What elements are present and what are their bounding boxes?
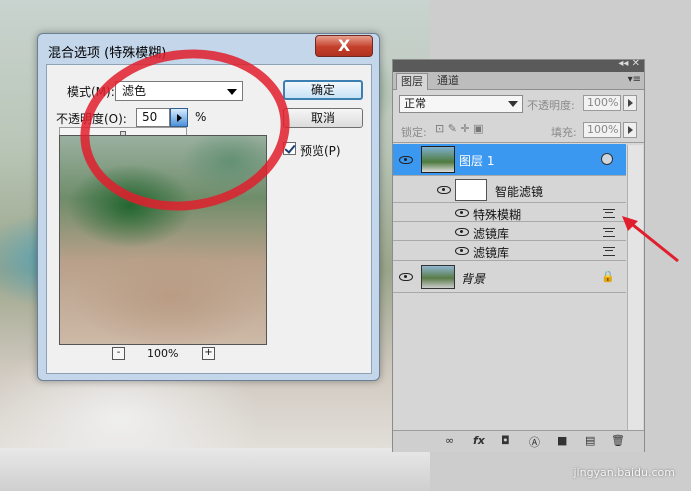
visibility-eye-icon[interactable]	[455, 247, 469, 255]
close-button[interactable]: X	[315, 35, 373, 57]
panel-tabs: 图层 通道 ▾≡	[393, 72, 644, 90]
panel-collapse-icon[interactable]: ◂◂ ✕	[618, 58, 640, 69]
fill-arrow[interactable]	[623, 122, 637, 138]
visibility-eye-icon[interactable]	[437, 186, 451, 194]
layers-bottom-bar: ∞ fx ◘ Ⓐ ■ ▤ 🗑	[393, 430, 644, 452]
panel-topbar: ◂◂ ✕	[393, 58, 644, 72]
layer-opacity-arrow[interactable]	[623, 95, 637, 111]
chevron-down-icon	[508, 101, 518, 107]
fx-icon[interactable]: fx	[473, 434, 485, 447]
layer-opacity-field[interactable]: 100%	[583, 95, 621, 111]
filter-options-icon[interactable]	[603, 247, 615, 256]
new-layer-icon[interactable]: ▤	[585, 434, 595, 447]
filter-name: 特殊模糊	[473, 208, 522, 222]
filter-mask-thumbnail	[455, 179, 487, 201]
preview-label: 预览(P)	[300, 144, 341, 158]
layer-row-background[interactable]: 背景 🔒	[393, 262, 626, 293]
layer-name: 图层 1	[459, 154, 495, 168]
filter-row[interactable]: 滤镜库	[393, 242, 626, 261]
cancel-button[interactable]: 取消	[283, 108, 363, 128]
lock-icons[interactable]: ⊡ ✎ ✛ ▣	[435, 122, 484, 135]
layer-row-smart-filters[interactable]: 智能滤镜	[393, 177, 626, 203]
filter-name: 滤镜库	[473, 227, 510, 241]
zoom-out-button[interactable]: -	[112, 347, 125, 360]
tab-layers[interactable]: 图层	[396, 73, 428, 90]
fill-label: 填充:	[551, 126, 577, 139]
layer-thumbnail	[421, 146, 455, 173]
trash-icon[interactable]: 🗑	[611, 434, 625, 447]
adjustment-layer-icon[interactable]: Ⓐ	[529, 434, 540, 450]
divider	[393, 142, 644, 143]
zoom-in-button[interactable]: +	[202, 347, 215, 360]
fill-field[interactable]: 100%	[583, 122, 621, 138]
smart-filter-label: 智能滤镜	[495, 185, 544, 199]
add-mask-icon[interactable]: ◘	[501, 434, 510, 447]
panel-menu-icon[interactable]: ▾≡	[628, 74, 641, 85]
filter-options-icon[interactable]	[603, 228, 615, 237]
group-icon[interactable]: ■	[557, 434, 567, 447]
zoom-level: 100%	[147, 347, 179, 360]
ok-button[interactable]: 确定	[283, 80, 363, 100]
background-thumbnail	[421, 265, 455, 289]
layers-scrollbar[interactable]	[627, 145, 643, 430]
link-layers-icon[interactable]: ∞	[445, 434, 454, 447]
visibility-eye-icon[interactable]	[399, 273, 413, 281]
annotation-arrow	[622, 216, 679, 263]
layer-opacity-label: 不透明度:	[527, 99, 575, 112]
blend-mode-select[interactable]: 正常	[399, 95, 523, 113]
smart-filter-icon	[601, 153, 613, 165]
layers-panel: ◂◂ ✕ 图层 通道 ▾≡ 正常 不透明度: 100% 锁定: ⊡ ✎ ✛ ▣ …	[392, 58, 645, 452]
layer-row-layer1[interactable]: 图层 1	[393, 144, 626, 176]
watermark: jingyan.baidu.com	[573, 466, 675, 479]
filter-row[interactable]: 滤镜库	[393, 223, 626, 241]
blend-mode-value: 正常	[404, 97, 426, 110]
visibility-eye-icon[interactable]	[455, 228, 469, 236]
visibility-eye-icon[interactable]	[455, 209, 469, 217]
filter-row[interactable]: 特殊模糊	[393, 204, 626, 222]
visibility-eye-icon[interactable]	[399, 156, 413, 164]
filter-options-icon[interactable]	[603, 209, 615, 218]
filter-name: 滤镜库	[473, 246, 510, 260]
canvas-bottom	[0, 448, 430, 491]
tab-channels[interactable]: 通道	[433, 73, 463, 90]
background-layer-name: 背景	[461, 272, 486, 286]
lock-label: 锁定:	[401, 126, 427, 139]
lock-icon: 🔒	[601, 270, 615, 283]
